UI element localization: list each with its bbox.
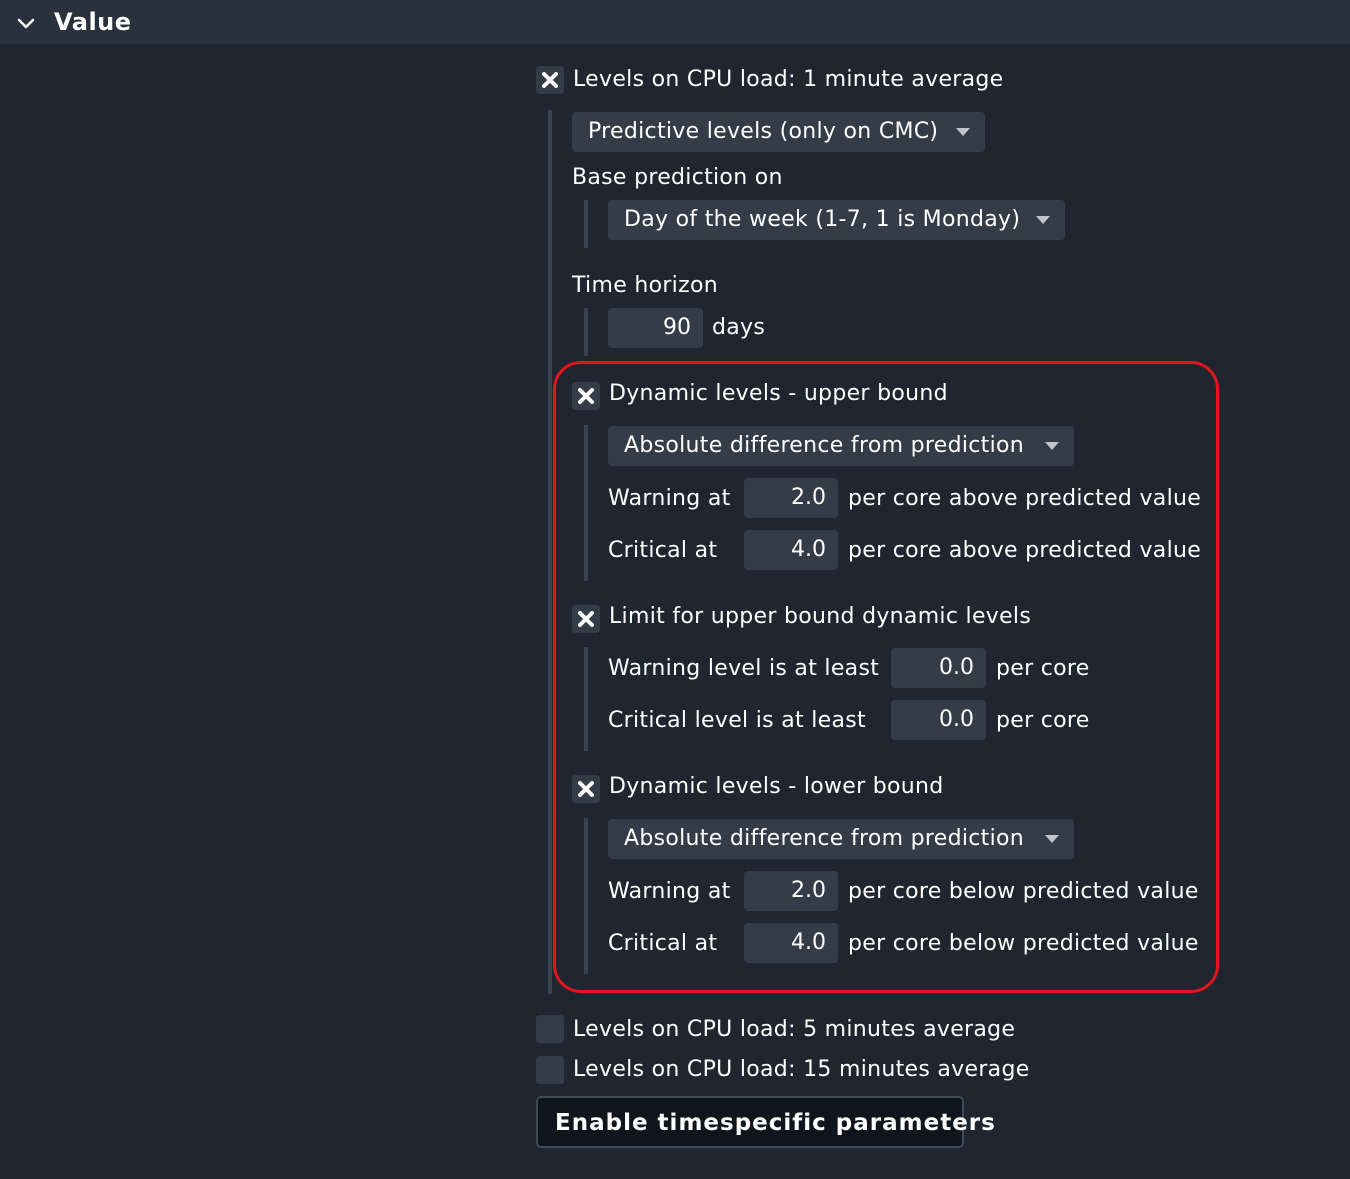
limit-warn-input[interactable]: 0.0 bbox=[891, 648, 986, 688]
base-prediction-value: Day of the week (1-7, 1 is Monday) bbox=[624, 207, 1021, 232]
section-title: Value bbox=[54, 8, 132, 36]
upper-warn-label: Warning at bbox=[608, 486, 731, 511]
upper-bound-dropdown-value: Absolute difference from prediction bbox=[624, 433, 1024, 458]
lower-warn-unit: per core below predicted value bbox=[848, 879, 1199, 904]
limit-crit-unit: per core bbox=[996, 708, 1090, 733]
upper-indent-line bbox=[584, 425, 588, 581]
limit-warn-unit: per core bbox=[996, 656, 1090, 681]
dropdown-caret-icon bbox=[1045, 442, 1059, 450]
lower-crit-unit: per core below predicted value bbox=[848, 931, 1199, 956]
upper-warn-unit: per core above predicted value bbox=[848, 486, 1202, 511]
lower-crit-input[interactable]: 4.0 bbox=[744, 923, 838, 963]
value-panel: Value Levels on CPU load: 1 minute avera… bbox=[0, 0, 1350, 1179]
time-horizon-label: Time horizon bbox=[572, 273, 718, 298]
lower-bound-label: Dynamic levels - lower bound bbox=[609, 774, 944, 799]
base-prediction-dropdown[interactable]: Day of the week (1-7, 1 is Monday) bbox=[608, 200, 1065, 240]
dropdown-caret-icon bbox=[1045, 835, 1059, 843]
enable-timespecific-label: Enable timespecific parameters bbox=[555, 1110, 996, 1136]
upper-crit-unit: per core above predicted value bbox=[848, 538, 1202, 563]
cpu1-indent-line bbox=[548, 110, 552, 994]
upper-crit-input[interactable]: 4.0 bbox=[744, 530, 838, 570]
cpu15-label: Levels on CPU load: 15 minutes average bbox=[573, 1057, 1030, 1082]
lower-bound-dropdown[interactable]: Absolute difference from prediction bbox=[608, 819, 1074, 859]
enable-timespecific-button[interactable]: Enable timespecific parameters bbox=[536, 1096, 995, 1148]
limit-indent-line bbox=[584, 647, 588, 751]
cpu1-label: Levels on CPU load: 1 minute average bbox=[573, 67, 1004, 92]
cpu15-checkbox[interactable] bbox=[536, 1056, 564, 1084]
mode-dropdown[interactable]: Predictive levels (only on CMC) bbox=[572, 112, 985, 152]
upper-warn-input[interactable]: 2.0 bbox=[744, 478, 838, 518]
lower-bound-checkbox[interactable] bbox=[572, 775, 600, 803]
base-indent-line bbox=[584, 200, 588, 248]
upper-crit-label: Critical at bbox=[608, 538, 718, 563]
check-x-icon bbox=[578, 388, 594, 404]
lower-warn-label: Warning at bbox=[608, 879, 731, 904]
check-x-icon bbox=[578, 781, 594, 797]
mode-dropdown-value: Predictive levels (only on CMC) bbox=[588, 119, 939, 144]
base-prediction-label: Base prediction on bbox=[572, 165, 783, 190]
limit-checkbox[interactable] bbox=[572, 605, 600, 633]
dropdown-caret-icon bbox=[956, 128, 970, 136]
cpu5-checkbox[interactable] bbox=[536, 1015, 564, 1043]
cpu1-checkbox[interactable] bbox=[536, 66, 564, 94]
horizon-indent-line bbox=[584, 308, 588, 356]
lower-crit-label: Critical at bbox=[608, 931, 718, 956]
upper-bound-checkbox[interactable] bbox=[572, 382, 600, 410]
limit-warn-label: Warning level is at least bbox=[608, 656, 880, 681]
limit-label: Limit for upper bound dynamic levels bbox=[609, 604, 1032, 629]
lower-warn-input[interactable]: 2.0 bbox=[744, 871, 838, 911]
check-x-icon bbox=[542, 72, 558, 88]
upper-bound-dropdown[interactable]: Absolute difference from prediction bbox=[608, 426, 1074, 466]
check-x-icon bbox=[578, 611, 594, 627]
cpu5-label: Levels on CPU load: 5 minutes average bbox=[573, 1017, 1016, 1042]
section-header[interactable]: Value bbox=[0, 0, 1350, 44]
limit-crit-label: Critical level is at least bbox=[608, 708, 866, 733]
time-horizon-input[interactable]: 90 bbox=[608, 308, 703, 348]
lower-indent-line bbox=[584, 818, 588, 974]
chevron-down-icon[interactable] bbox=[16, 14, 36, 34]
limit-crit-input[interactable]: 0.0 bbox=[891, 700, 986, 740]
dropdown-caret-icon bbox=[1036, 216, 1050, 224]
lower-bound-dropdown-value: Absolute difference from prediction bbox=[624, 826, 1024, 851]
upper-bound-label: Dynamic levels - upper bound bbox=[609, 381, 948, 406]
time-horizon-unit: days bbox=[712, 315, 766, 340]
